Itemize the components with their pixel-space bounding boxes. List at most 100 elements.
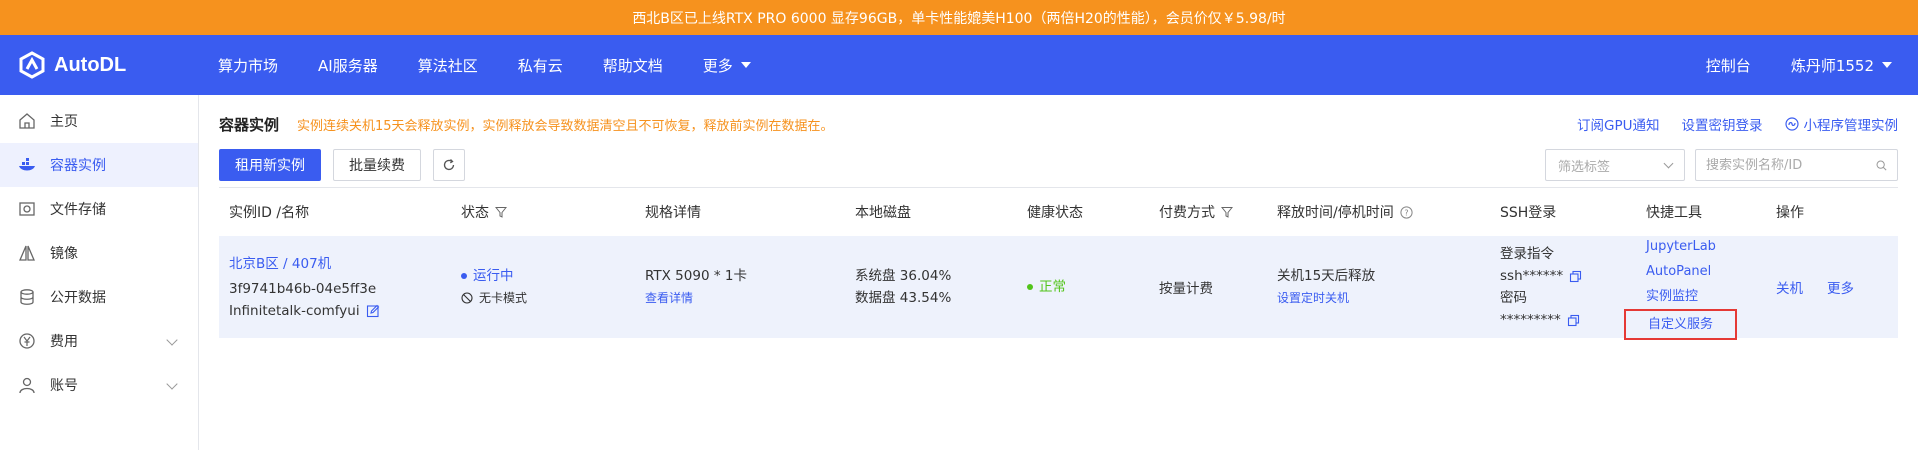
storage-icon (18, 200, 36, 218)
sidebar: 主页 容器实例 文件存储 镜像 公开数据 费用 账号 (0, 95, 199, 450)
sidebar-item-containers[interactable]: 容器实例 (0, 143, 198, 187)
chevron-down-icon (166, 378, 178, 390)
spec-gpu: RTX 5090 * 1卡 (645, 268, 747, 284)
copy-icon[interactable] (1569, 270, 1582, 283)
col-spec: 规格详情 (645, 205, 701, 221)
col-disk: 本地磁盘 (855, 205, 911, 221)
help-icon[interactable]: ? (1400, 205, 1413, 219)
health-status: 正常 (1027, 276, 1159, 298)
miniprogram-icon (1784, 117, 1799, 131)
ssh-command-label: 登录指令 (1500, 246, 1554, 262)
col-id-name: 实例ID /名称 (229, 205, 310, 221)
promo-banner-text: 西北B区已上线RTX PRO 6000 显存96GB，单卡性能媲美H100（两倍… (632, 10, 1286, 27)
user-name: 炼丹师1552 (1790, 56, 1874, 75)
gpu-notify-link[interactable]: 订阅GPU通知 (1577, 114, 1659, 134)
edit-icon[interactable] (366, 304, 380, 318)
shutdown-button[interactable]: 关机 (1776, 277, 1803, 297)
health-dot-icon (1027, 284, 1033, 290)
caret-down-icon (740, 62, 751, 68)
sidebar-item-label: 容器实例 (50, 158, 106, 174)
sidebar-item-file-storage[interactable]: 文件存储 (0, 187, 198, 231)
sidebar-item-label: 公开数据 (50, 290, 106, 306)
table-row: 北京B区 / 407机 3f9741b46b-04e5ff3e Infinite… (219, 236, 1898, 340)
set-key-login-link[interactable]: 设置密钥登录 (1682, 114, 1763, 134)
tool-jupyterlab[interactable]: JupyterLab (1646, 239, 1716, 254)
col-status: 状态 (461, 202, 645, 222)
nav-compute-market[interactable]: 算力市场 (218, 55, 278, 76)
tool-instance-monitor[interactable]: 实例监控 (1646, 289, 1698, 304)
sidebar-item-images[interactable]: 镜像 (0, 231, 198, 275)
nav-more[interactable]: 更多 (703, 55, 751, 76)
tag-filter-placeholder: 筛选标签 (1558, 159, 1611, 175)
search-icon[interactable] (1876, 159, 1887, 172)
sidebar-item-label: 镜像 (50, 246, 78, 262)
instance-region-link[interactable]: 北京B区 / 407机 (229, 253, 331, 275)
no-gpu-mode: 无卡模式 (479, 291, 528, 305)
mirror-icon (18, 244, 36, 262)
schedule-shutdown-link[interactable]: 设置定时关机 (1277, 287, 1349, 309)
tool-autopanel[interactable]: AutoPanel (1646, 264, 1711, 279)
caret-down-icon (1882, 62, 1892, 68)
svg-text:?: ? (1404, 208, 1408, 217)
chevron-down-icon (1663, 158, 1674, 168)
main-content: 容器实例 实例连续关机15天会释放实例，实例释放会导致数据清空且不可恢复，释放前… (199, 95, 1918, 450)
more-actions-button[interactable]: 更多 (1827, 277, 1854, 297)
status-dot-icon (461, 273, 467, 279)
database-icon (18, 288, 36, 306)
instances-table: 实例ID /名称 状态 规格详情 本地磁盘 健康状态 付费方式 释放时间/停机时… (219, 187, 1898, 340)
col-tools: 快捷工具 (1646, 205, 1702, 221)
sidebar-item-billing[interactable]: 费用 (0, 319, 198, 363)
sidebar-item-account[interactable]: 账号 (0, 363, 198, 407)
sidebar-item-label: 文件存储 (50, 202, 106, 218)
instance-search[interactable] (1695, 149, 1898, 181)
miniprogram-link[interactable]: 小程序管理实例 (1784, 114, 1899, 134)
disk-system: 系统盘 36.04% (855, 268, 952, 284)
disk-data: 数据盘 43.54% (855, 290, 952, 306)
sidebar-item-label: 费用 (50, 334, 78, 350)
tool-custom-service[interactable]: 自定义服务 (1624, 309, 1738, 340)
promo-banner[interactable]: 西北B区已上线RTX PRO 6000 显存96GB，单卡性能媲美H100（两倍… (0, 0, 1918, 35)
autodl-logo-icon (19, 51, 45, 79)
refresh-button[interactable] (433, 149, 465, 181)
sidebar-item-home[interactable]: 主页 (0, 99, 198, 143)
col-release-label: 释放时间/停机时间 (1277, 205, 1394, 221)
ssh-command: ssh****** (1500, 268, 1564, 284)
status-running: 运行中 (461, 265, 645, 287)
filter-icon[interactable] (1221, 206, 1233, 218)
rent-new-instance-button[interactable]: 租用新实例 (219, 149, 321, 181)
col-status-label: 状态 (461, 205, 489, 221)
ssh-password: ********* (1500, 312, 1561, 328)
nav-console[interactable]: 控制台 (1706, 55, 1751, 76)
copy-icon[interactable] (1567, 314, 1580, 327)
nav-help-docs[interactable]: 帮助文档 (603, 55, 663, 76)
tag-filter-select[interactable]: 筛选标签 (1545, 149, 1685, 181)
home-icon (18, 112, 36, 130)
logo-text: AutoDL (54, 53, 127, 76)
user-menu[interactable]: 炼丹师1552 (1791, 55, 1892, 76)
instance-name: Infinitetalk-comfyui (229, 302, 360, 319)
filter-icon[interactable] (495, 206, 507, 218)
release-time: 关机15天后释放 (1277, 268, 1376, 284)
logo[interactable]: AutoDL (0, 51, 200, 79)
view-details-link[interactable]: 查看详情 (645, 287, 693, 309)
instance-id: 3f9741b46b-04e5ff3e (229, 280, 377, 297)
nav-ai-server[interactable]: AI服务器 (318, 55, 378, 76)
page-title: 容器实例 (219, 115, 280, 134)
col-health: 健康状态 (1027, 205, 1083, 221)
ssh-password-label: 密码 (1500, 290, 1527, 306)
search-input[interactable] (1706, 157, 1876, 173)
batch-renew-button[interactable]: 批量续费 (333, 149, 421, 181)
col-actions: 操作 (1776, 205, 1804, 221)
col-ssh: SSH登录 (1500, 205, 1557, 221)
container-icon (18, 156, 36, 174)
nav-algorithm-community[interactable]: 算法社区 (418, 55, 478, 76)
col-billing: 付费方式 (1159, 202, 1277, 222)
status-text: 运行中 (473, 268, 514, 284)
billing-mode: 按量计费 (1159, 281, 1213, 297)
sidebar-item-public-data[interactable]: 公开数据 (0, 275, 198, 319)
refresh-icon (443, 159, 455, 171)
miniprogram-link-label: 小程序管理实例 (1803, 118, 1899, 134)
top-navigation: AutoDL 算力市场 AI服务器 算法社区 私有云 帮助文档 更多 控制台 炼… (0, 35, 1918, 95)
yen-icon (18, 332, 36, 350)
nav-private-cloud[interactable]: 私有云 (518, 55, 563, 76)
